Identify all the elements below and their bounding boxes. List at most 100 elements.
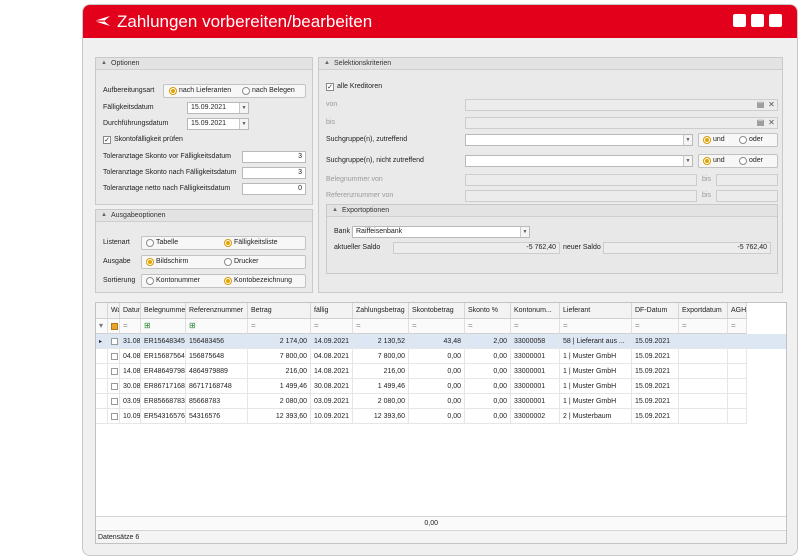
- export-group-header[interactable]: ▲ Exportoptionen: [327, 205, 777, 217]
- title-bar: Zahlungen vorbereiten/bearbeiten: [83, 5, 797, 38]
- column-header-exportdatum[interactable]: Exportdatum: [679, 303, 728, 319]
- radio-nach-lieferanten[interactable]: [169, 87, 177, 95]
- minimize-button[interactable]: [733, 14, 746, 27]
- filter-cell-exportdatum[interactable]: =: [679, 319, 728, 334]
- clear-icon[interactable]: ✕: [767, 100, 776, 109]
- column-header-referenznummer[interactable]: Referenznummer: [186, 303, 248, 319]
- filter-cell-agh[interactable]: =: [728, 319, 747, 334]
- collapse-icon[interactable]: ▲: [101, 212, 107, 218]
- filter-cell-belegnummer[interactable]: ⊞: [141, 319, 186, 334]
- column-header-df-datum[interactable]: DF-Datum: [632, 303, 679, 319]
- radio-bildschirm[interactable]: [146, 258, 154, 266]
- options-group-header[interactable]: ▲ Optionen: [96, 58, 312, 70]
- cell-skonto-prozent: 0,00: [465, 349, 511, 364]
- skonto-checkbox-label: Skontofälligkeit prüfen: [114, 136, 183, 143]
- belegnummer-von-input[interactable]: [465, 174, 697, 186]
- suchgruppe-zutreffend-select[interactable]: ▼: [465, 134, 693, 146]
- filter-cell-kontonummer[interactable]: =: [511, 319, 560, 334]
- radio-kontonummer[interactable]: [146, 277, 154, 285]
- chevron-down-icon[interactable]: ▼: [683, 156, 692, 166]
- row-select-checkbox[interactable]: [108, 334, 120, 349]
- tol2-input[interactable]: 3: [242, 167, 306, 179]
- cell-skonto-prozent: 0,00: [465, 409, 511, 424]
- durchfuehrungsdatum-input[interactable]: 15.09.2021 ▼: [187, 118, 249, 130]
- tol1-label: Toleranztage Skonto vor Fälligkeitsdatum: [103, 153, 232, 160]
- column-header-belegnummer[interactable]: Belegnummer: [141, 303, 186, 319]
- kreditor-bis-input[interactable]: ▤ ✕: [465, 117, 778, 129]
- radio-oder-label: oder: [749, 136, 764, 143]
- lookup-icon[interactable]: ▤: [756, 118, 765, 127]
- column-header-datum[interactable]: Datum: [120, 303, 141, 319]
- chevron-down-icon[interactable]: ▼: [520, 227, 529, 237]
- tol3-label: Toleranztage netto nach Fälligkeitsdatum: [103, 185, 231, 192]
- lookup-icon[interactable]: ▤: [756, 100, 765, 109]
- faelligkeitsdatum-input[interactable]: 15.09.2021 ▼: [187, 102, 249, 114]
- radio-oder[interactable]: [739, 157, 747, 165]
- row-select-checkbox[interactable]: [108, 349, 120, 364]
- tol1-input[interactable]: 3: [242, 151, 306, 163]
- filter-cell-skonto-prozent[interactable]: =: [465, 319, 511, 334]
- filter-cell-wahl[interactable]: [108, 319, 120, 334]
- column-header-agh[interactable]: AGH: [728, 303, 747, 319]
- collapse-icon[interactable]: ▲: [101, 60, 107, 66]
- suchgruppe-nicht-select[interactable]: ▼: [465, 155, 693, 167]
- column-header-zahlungsbetrag[interactable]: Zahlungsbetrag: [353, 303, 409, 319]
- text-filter-icon: ⊞: [189, 321, 196, 330]
- cell-lieferant: 2 | Musterbaum: [560, 409, 632, 424]
- column-header-betrag[interactable]: Betrag: [248, 303, 311, 319]
- radio-und[interactable]: [703, 157, 711, 165]
- radio-nach-belegen[interactable]: [242, 87, 250, 95]
- alle-kreditoren-checkbox[interactable]: ✓: [326, 83, 334, 91]
- selektion-group-header[interactable]: ▲ Selektionskriterien: [319, 58, 782, 70]
- radio-und[interactable]: [703, 136, 711, 144]
- cell-agh: [728, 394, 747, 409]
- collapse-icon[interactable]: ▲: [332, 207, 338, 213]
- ausgabe-group-header[interactable]: ▲ Ausgabeoptionen: [96, 210, 312, 222]
- alle-kreditoren-label: alle Kreditoren: [337, 83, 383, 90]
- bank-select[interactable]: Raiffeisenbank ▼: [352, 226, 530, 238]
- skonto-checkbox[interactable]: ✓: [103, 136, 111, 144]
- radio-nach-belegen-label: nach Belegen: [252, 87, 295, 94]
- aktueller-saldo-label: aktueller Saldo: [334, 244, 381, 251]
- column-header-wahl[interactable]: Wahl: [108, 303, 120, 319]
- filter-icon[interactable]: ▾: [96, 319, 108, 334]
- radio-drucker[interactable]: [224, 258, 232, 266]
- referenznummer-von-input[interactable]: [465, 190, 697, 202]
- referenznummer-bis-input[interactable]: [716, 190, 778, 202]
- tol3-input[interactable]: 0: [242, 183, 306, 195]
- kreditor-von-input[interactable]: ▤ ✕: [465, 99, 778, 111]
- filter-cell-faellig[interactable]: =: [311, 319, 353, 334]
- column-header-lieferant[interactable]: Lieferant: [560, 303, 632, 319]
- chevron-down-icon[interactable]: ▼: [683, 135, 692, 145]
- row-select-checkbox[interactable]: [108, 364, 120, 379]
- radio-bildschirm-label: Bildschirm: [156, 258, 189, 265]
- radio-kontobezeichnung[interactable]: [224, 277, 232, 285]
- collapse-icon[interactable]: ▲: [324, 60, 330, 66]
- close-button[interactable]: [769, 14, 782, 27]
- cell-skonto-prozent: 0,00: [465, 394, 511, 409]
- radio-tabelle[interactable]: [146, 239, 154, 247]
- filter-cell-lieferant[interactable]: =: [560, 319, 632, 334]
- filter-cell-zahlungsbetrag[interactable]: =: [353, 319, 409, 334]
- chevron-down-icon[interactable]: ▼: [239, 119, 248, 129]
- radio-faelligkeitsliste[interactable]: [224, 239, 232, 247]
- clear-icon[interactable]: ✕: [767, 118, 776, 127]
- radio-oder[interactable]: [739, 136, 747, 144]
- filter-cell-skontobetrag[interactable]: =: [409, 319, 465, 334]
- row-select-checkbox[interactable]: [108, 379, 120, 394]
- column-header-faellig[interactable]: fällig: [311, 303, 353, 319]
- belegnummer-bis-input[interactable]: [716, 174, 778, 186]
- chevron-down-icon[interactable]: ▼: [239, 103, 248, 113]
- column-header-skonto-prozent[interactable]: Skonto %: [465, 303, 511, 319]
- filter-cell-referenznummer[interactable]: ⊞: [186, 319, 248, 334]
- column-header-kontonummer[interactable]: Kontonum...: [511, 303, 560, 319]
- filter-cell-df-datum[interactable]: =: [632, 319, 679, 334]
- filter-cell-betrag[interactable]: =: [248, 319, 311, 334]
- filter-cell-datum[interactable]: =: [120, 319, 141, 334]
- cell-datum: 03.09.2021: [120, 394, 141, 409]
- row-indicator: [96, 379, 108, 394]
- column-header-skontobetrag[interactable]: Skontobetrag: [409, 303, 465, 319]
- row-select-checkbox[interactable]: [108, 394, 120, 409]
- row-select-checkbox[interactable]: [108, 409, 120, 424]
- maximize-button[interactable]: [751, 14, 764, 27]
